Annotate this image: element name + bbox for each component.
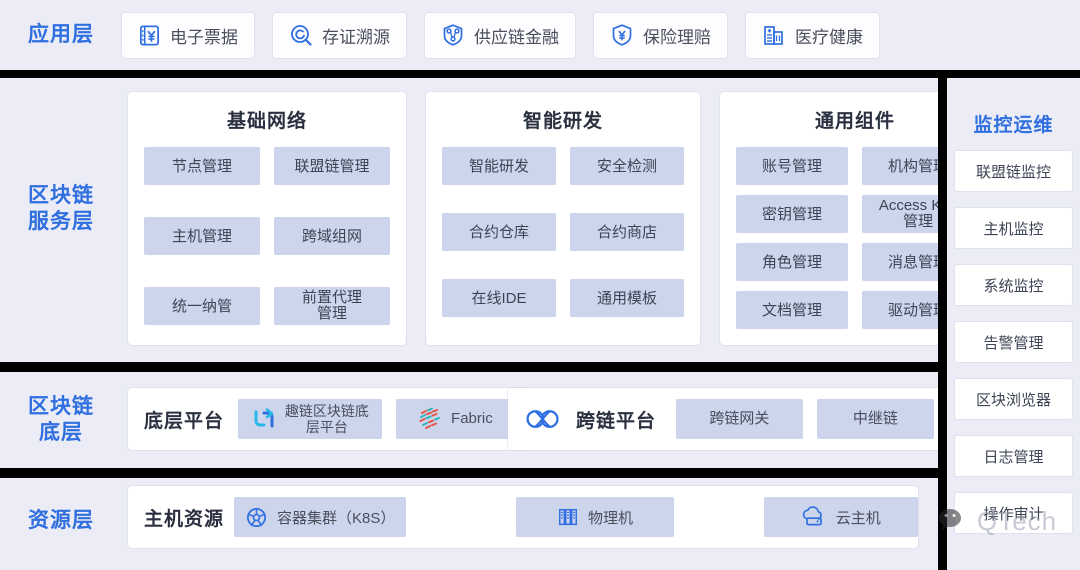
tile-key-management[interactable]: 密钥管理: [736, 195, 848, 233]
app-card-label: 存证溯源: [322, 27, 390, 47]
application-layer-band: 应用层 电子票据 存证溯源 供应链金融 保险理赔 医疗健康: [0, 0, 1080, 70]
tile-cross-domain-networking[interactable]: 跨域组网: [274, 217, 390, 255]
service-card-list: 基础网络 节点管理 联盟链管理 主机管理 跨域组网 统一纳管 前置代理 管理 智…: [128, 92, 990, 345]
tile-contract-repository[interactable]: 合约仓库: [442, 213, 556, 251]
group-title: 主机资源: [144, 508, 225, 530]
application-card-list: 电子票据 存证溯源 供应链金融 保险理赔 医疗健康: [122, 12, 879, 58]
resource-chip-cloud-host[interactable]: 云主机: [763, 497, 918, 537]
tile-grid: 智能研发 安全检测 合约仓库 合约商店 在线IDE 通用模板: [442, 147, 684, 317]
service-layer-band: 区块链 服务层 基础网络 节点管理 联盟链管理 主机管理 跨域组网 统一纳管 前…: [0, 78, 1080, 362]
bottom-group-underlying-platform: 底层平台 趣链区块链底 层平台 Fabric: [128, 388, 530, 450]
cloud-host-icon: [801, 506, 827, 528]
chip-hyperchain-platform[interactable]: 趣链区块链底 层平台: [238, 399, 382, 439]
resource-chip-label: 物理机: [587, 509, 633, 527]
service-card-smart-rnd: 智能研发 智能研发 安全检测 合约仓库 合约商店 在线IDE 通用模板: [426, 92, 700, 345]
chip-label: Fabric: [451, 410, 493, 427]
service-card-basic-network: 基础网络 节点管理 联盟链管理 主机管理 跨域组网 统一纳管 前置代理 管理: [128, 92, 406, 345]
separator-bar-3: [0, 468, 1080, 478]
tile-document-management[interactable]: 文档管理: [736, 291, 848, 329]
application-layer-label: 应用层: [28, 23, 94, 46]
resource-chip-label: 云主机: [835, 509, 881, 527]
service-layer-label: 区块链 服务层: [28, 184, 94, 233]
app-card-electronic-bill[interactable]: 电子票据: [122, 12, 254, 58]
tile-security-detection[interactable]: 安全检测: [570, 147, 684, 185]
hyperchain-logo-icon: [251, 406, 277, 432]
resource-layer-label: 资源层: [28, 509, 94, 532]
crosschain-logo-icon: [524, 407, 562, 431]
server-rack-icon: [557, 506, 579, 528]
separator-bar-2: [0, 362, 1080, 372]
app-card-label: 电子票据: [170, 27, 238, 47]
service-card-title: 基础网络: [226, 111, 307, 132]
resource-chip-label: 容器集群（K8S）: [277, 509, 396, 527]
app-card-label: 医疗健康: [795, 27, 863, 47]
sidebar-item-host-monitoring[interactable]: 主机监控: [955, 208, 1072, 248]
monitoring-sidebar-title: 监控运维: [973, 115, 1054, 136]
chip-fabric[interactable]: Fabric: [395, 399, 514, 439]
resource-chip-container-cluster[interactable]: 容器集群（K8S）: [234, 497, 407, 537]
bottom-layer-label: 区块链 底层: [28, 395, 94, 444]
magnifier-trace-icon: [289, 23, 313, 47]
tile-unified-governance[interactable]: 统一纳管: [144, 287, 260, 325]
chip-label: 趣链区块链底 层平台: [284, 403, 369, 435]
tile-node-management[interactable]: 节点管理: [144, 147, 260, 185]
sidebar-item-operation-audit[interactable]: 操作审计: [955, 493, 1072, 533]
kubernetes-icon: [245, 506, 268, 529]
service-card-title: 智能研发: [522, 111, 603, 132]
monitoring-sidebar: 监控运维 联盟链监控 主机监控 系统监控 告警管理 区块浏览器 日志管理 操作审…: [947, 88, 1080, 570]
architecture-diagram: 应用层 电子票据 存证溯源 供应链金融 保险理赔 医疗健康 区块链 服务层 基础…: [0, 0, 1080, 570]
chip-relay-chain[interactable]: 中继链: [816, 399, 934, 439]
app-card-label: 供应链金融: [474, 27, 559, 47]
tile-smart-rnd[interactable]: 智能研发: [442, 147, 556, 185]
tile-contract-store[interactable]: 合约商店: [570, 213, 684, 251]
tile-front-proxy-management[interactable]: 前置代理 管理: [274, 287, 390, 325]
app-card-label: 保险理赔: [643, 27, 711, 47]
app-card-supply-chain-finance[interactable]: 供应链金融: [425, 12, 575, 58]
tile-host-management[interactable]: 主机管理: [144, 217, 260, 255]
resource-chip-physical-machine[interactable]: 物理机: [516, 497, 674, 537]
tile-general-template[interactable]: 通用模板: [570, 279, 684, 317]
tile-role-management[interactable]: 角色管理: [736, 243, 848, 281]
bottom-layer-band: 区块链 底层 底层平台 趣链区块链底 层平台 Fabric 跨链平台 跨链网关: [0, 372, 1080, 468]
resource-layer-band: 资源层 主机资源 容器集群（K8S） 物理机 云主机: [0, 478, 1080, 570]
sidebar-item-consortium-chain-monitoring[interactable]: 联盟链监控: [955, 151, 1072, 191]
sidebar-item-block-explorer[interactable]: 区块浏览器: [955, 379, 1072, 419]
resource-group-host-resources: 主机资源 容器集群（K8S） 物理机 云主机: [128, 486, 918, 548]
sidebar-item-system-monitoring[interactable]: 系统监控: [955, 265, 1072, 305]
chip-crosschain-gateway[interactable]: 跨链网关: [676, 399, 803, 439]
separator-bar-1: [0, 70, 1080, 78]
tile-account-management[interactable]: 账号管理: [736, 147, 848, 185]
tile-grid: 节点管理 联盟链管理 主机管理 跨域组网 统一纳管 前置代理 管理: [144, 147, 390, 325]
shield-yuan-icon: [610, 23, 634, 47]
app-card-medical-health[interactable]: 医疗健康: [746, 12, 879, 58]
sidebar-item-log-management[interactable]: 日志管理: [955, 436, 1072, 476]
app-card-evidence-tracing[interactable]: 存证溯源: [273, 12, 406, 58]
hospital-building-icon: [762, 23, 786, 47]
supply-chain-node-icon: [441, 23, 465, 47]
bill-yuan-icon: [138, 24, 161, 47]
vertical-separator-bar: [938, 78, 947, 570]
app-card-insurance-claims[interactable]: 保险理赔: [594, 12, 727, 58]
group-title: 跨链平台: [576, 410, 657, 432]
tile-online-ide[interactable]: 在线IDE: [442, 279, 556, 317]
sidebar-item-alarm-management[interactable]: 告警管理: [955, 322, 1072, 362]
fabric-logo-icon: [417, 406, 443, 432]
group-title: 底层平台: [144, 410, 225, 432]
bottom-group-crosschain-platform: 跨链平台 跨链网关 中继链: [508, 388, 950, 450]
tile-consortium-chain-management[interactable]: 联盟链管理: [274, 147, 390, 185]
